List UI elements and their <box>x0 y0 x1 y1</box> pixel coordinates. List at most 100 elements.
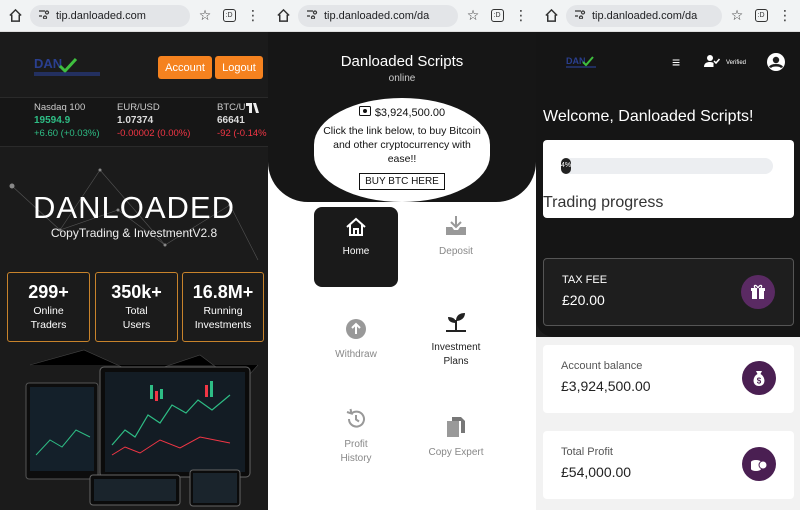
trading-progress-bar: 4% <box>561 158 773 174</box>
gift-icon <box>741 275 775 309</box>
tile-label-line: Profit <box>344 439 368 450</box>
bookmark-star-icon[interactable]: ☆ <box>464 7 482 25</box>
logout-button[interactable]: Logout <box>215 56 263 79</box>
landing-panel: tip.danloaded.com ☆ :D ⋮ DAN Account Log… <box>0 0 268 510</box>
stat-value: 299+ <box>28 282 69 302</box>
menu-tile-profit-history[interactable]: Profit History <box>314 400 398 480</box>
buy-btc-button[interactable]: BUY BTC HERE <box>359 173 445 190</box>
logo-text: DAN <box>34 56 62 71</box>
welcome-heading: Welcome, Danloaded Scripts! <box>543 108 754 125</box>
logo-text: DAN <box>566 56 586 66</box>
ticker-price: 66641 <box>217 115 245 126</box>
hero-subtitle: CopyTrading & InvestmentV2.8 <box>50 226 218 240</box>
promo-message: Click the link below, to buy Bitcoin and… <box>323 125 481 165</box>
account-button[interactable]: Account <box>158 56 212 79</box>
more-menu-icon[interactable]: ⋮ <box>776 7 794 25</box>
promo-amount-row: $3,924,500.00 <box>314 106 490 119</box>
tile-label: Profit History <box>314 438 398 466</box>
money-bag-icon: $ <box>742 361 776 395</box>
promo-amount: $3,924,500.00 <box>374 106 446 119</box>
stat-running-investments: 16.8M+ Running Investments <box>182 272 264 342</box>
menu-tile-investment-plans[interactable]: Investment Plans <box>414 303 498 383</box>
total-profit-card: Total Profit £54,000.00 <box>543 431 794 499</box>
trading-progress-label: Trading progress <box>543 194 664 211</box>
trading-platform-illustration <box>25 349 259 507</box>
browser-toolbar: tip.danloaded.com ☆ :D ⋮ <box>0 0 268 32</box>
tab-switcher-icon[interactable]: :D <box>752 7 770 25</box>
copy-icon <box>414 408 498 438</box>
total-profit-label: Total Profit <box>561 446 613 458</box>
total-profit-value: £54,000.00 <box>561 464 632 480</box>
tile-label: Deposit <box>439 246 473 257</box>
stat-value: 16.8M+ <box>192 282 254 302</box>
menu-tile-copy-expert[interactable]: Copy Expert <box>414 408 498 488</box>
menu-tile-home[interactable]: Home <box>314 207 398 287</box>
tile-label: Investment Plans <box>414 341 498 369</box>
tab-count: :D <box>222 9 236 22</box>
address-bar[interactable]: tip.danloaded.com/da <box>566 4 722 27</box>
browser-toolbar: tip.danloaded.com/da ☆ :D ⋮ <box>536 0 800 32</box>
account-balance-value: £3,924,500.00 <box>561 378 651 394</box>
withdraw-icon <box>314 310 398 340</box>
menu-tile-withdraw[interactable]: Withdraw <box>314 310 398 390</box>
account-balance-card: Account balance £3,924,500.00 $ <box>543 345 794 413</box>
dashboard-panel: tip.danloaded.com/da ☆ :D ⋮ DAN ≡ Verifi… <box>536 0 800 510</box>
site-info-icon[interactable] <box>38 9 50 22</box>
coins-icon <box>742 447 776 481</box>
home-icon[interactable] <box>274 7 292 25</box>
home-icon[interactable] <box>6 7 24 25</box>
ticker-change: -92 (-0.14% <box>217 128 267 139</box>
ticker-price: 19594.9 <box>34 115 71 126</box>
tax-fee-label: TAX FEE <box>562 274 608 286</box>
tile-label-line: Plans <box>443 356 469 367</box>
url-text: tip.danloaded.com <box>56 9 146 22</box>
account-circle-icon[interactable] <box>766 52 786 77</box>
tile-label: Withdraw <box>335 349 377 360</box>
home-icon[interactable] <box>542 7 560 25</box>
account-balance-label: Account balance <box>561 360 643 372</box>
buy-btc-promo: $3,924,500.00 Click the link below, to b… <box>314 98 490 202</box>
tile-label: Copy Expert <box>428 447 484 458</box>
ticker-item[interactable]: EUR/USD 1.07374 -0.00002 (0.00%) <box>117 102 190 139</box>
stat-label: Online <box>33 305 64 317</box>
bookmark-star-icon[interactable]: ☆ <box>728 7 746 25</box>
ticker-change: +6.60 (+0.03%) <box>34 128 100 139</box>
online-status: online <box>388 73 416 84</box>
site-info-icon[interactable] <box>574 9 586 22</box>
address-bar[interactable]: tip.danloaded.com <box>30 4 190 27</box>
ticker-change: -0.00002 (0.00%) <box>117 128 191 139</box>
hamburger-menu-icon[interactable]: ≡ <box>672 54 680 70</box>
ticker-item[interactable]: Nasdaq 100 19594.9 +6.60 (+0.03%) <box>34 102 100 139</box>
address-bar[interactable]: tip.danloaded.com/da <box>298 4 458 27</box>
ticker-price: 1.07374 <box>117 115 154 126</box>
landing-header: DAN Account Logout <box>0 40 268 92</box>
site-info-icon[interactable] <box>306 9 318 22</box>
plant-icon <box>414 303 498 333</box>
more-menu-icon[interactable]: ⋮ <box>512 7 530 25</box>
house-icon <box>314 207 398 237</box>
stat-label: Running <box>203 305 243 317</box>
stat-label: Users <box>122 319 151 331</box>
more-menu-icon[interactable]: ⋮ <box>244 7 262 25</box>
tab-count: :D <box>754 9 768 22</box>
trading-progress-fill: 4% <box>561 158 571 174</box>
svg-text:$: $ <box>757 377 762 386</box>
tile-label-line: Investment <box>431 342 481 353</box>
menu-tile-deposit[interactable]: Deposit <box>414 207 498 287</box>
tab-switcher-icon[interactable]: :D <box>220 7 238 25</box>
tax-fee-value: £20.00 <box>562 292 605 308</box>
tab-count: :D <box>490 9 504 22</box>
tile-label-line: History <box>340 453 372 464</box>
hero-title: DANLOADED <box>33 190 235 225</box>
verified-label: Verified <box>726 60 747 66</box>
url-text: tip.danloaded.com/da <box>324 9 430 22</box>
bookmark-star-icon[interactable]: ☆ <box>196 7 214 25</box>
ticker-symbol: EUR/USD <box>117 102 160 113</box>
danloaded-logo[interactable]: DAN <box>566 54 598 75</box>
url-text: tip.danloaded.com/da <box>592 9 698 22</box>
stat-value: 350k+ <box>111 282 162 302</box>
tradingview-icon <box>246 102 260 114</box>
verified-user-icon[interactable] <box>704 54 721 73</box>
danloaded-logo[interactable]: DAN <box>34 54 106 80</box>
tab-switcher-icon[interactable]: :D <box>488 7 506 25</box>
